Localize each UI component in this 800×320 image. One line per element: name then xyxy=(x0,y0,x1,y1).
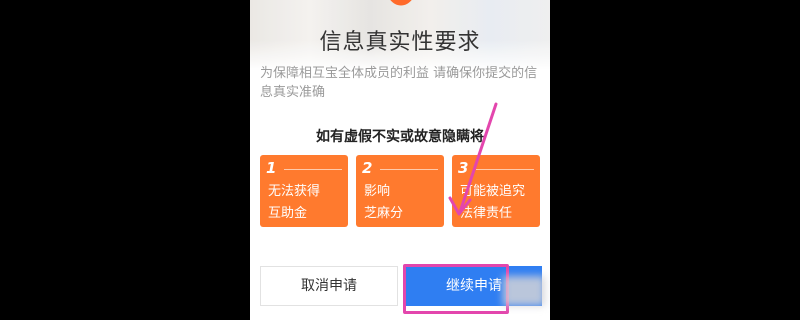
xianghubao-logo-icon xyxy=(390,0,412,6)
phone-screen: 信息真实性要求 为保障相互宝全体成员的利益 请确保你提交的信息真实准确 如有虚假… xyxy=(250,0,550,320)
card-text-line1: 无法获得 xyxy=(268,184,321,199)
annotation-highlight-box xyxy=(403,264,509,314)
card-divider xyxy=(476,169,534,170)
watermark-blur xyxy=(503,276,545,306)
card-divider xyxy=(380,169,438,170)
card-text-line1: 影响 xyxy=(364,184,391,199)
consequence-card-1: 1 无法获得 互助金 xyxy=(260,155,348,227)
card-text-line2: 芝麻分 xyxy=(364,206,404,221)
card-text-line2: 互助金 xyxy=(268,206,308,221)
cancel-application-button[interactable]: 取消申请 xyxy=(260,266,398,306)
card-text-line1: 可能被追究 xyxy=(460,184,526,199)
warning-text: 如有虚假不实或故意隐瞒将 xyxy=(316,129,484,145)
card-number: 3 xyxy=(458,159,469,177)
card-text-line2: 法律责任 xyxy=(460,206,513,221)
consequence-card-2: 2 影响 芝麻分 xyxy=(356,155,444,227)
card-number: 2 xyxy=(362,159,373,177)
card-divider xyxy=(284,169,342,170)
card-number: 1 xyxy=(266,159,277,177)
consequence-card-3: 3 可能被追究 法律责任 xyxy=(452,155,540,227)
dialog-title: 信息真实性要求 xyxy=(319,30,481,55)
dialog-subtitle: 为保障相互宝全体成员的利益 请确保你提交的信息真实准确 xyxy=(260,66,538,100)
